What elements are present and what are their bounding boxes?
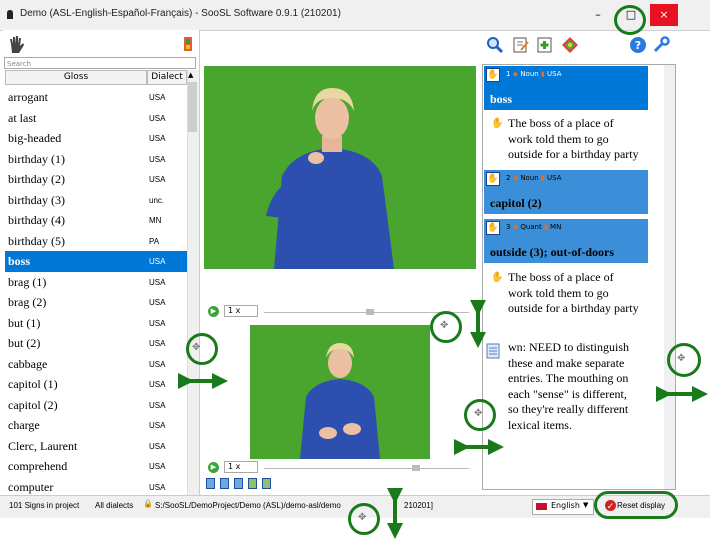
annotation-arrows — [178, 300, 708, 539]
